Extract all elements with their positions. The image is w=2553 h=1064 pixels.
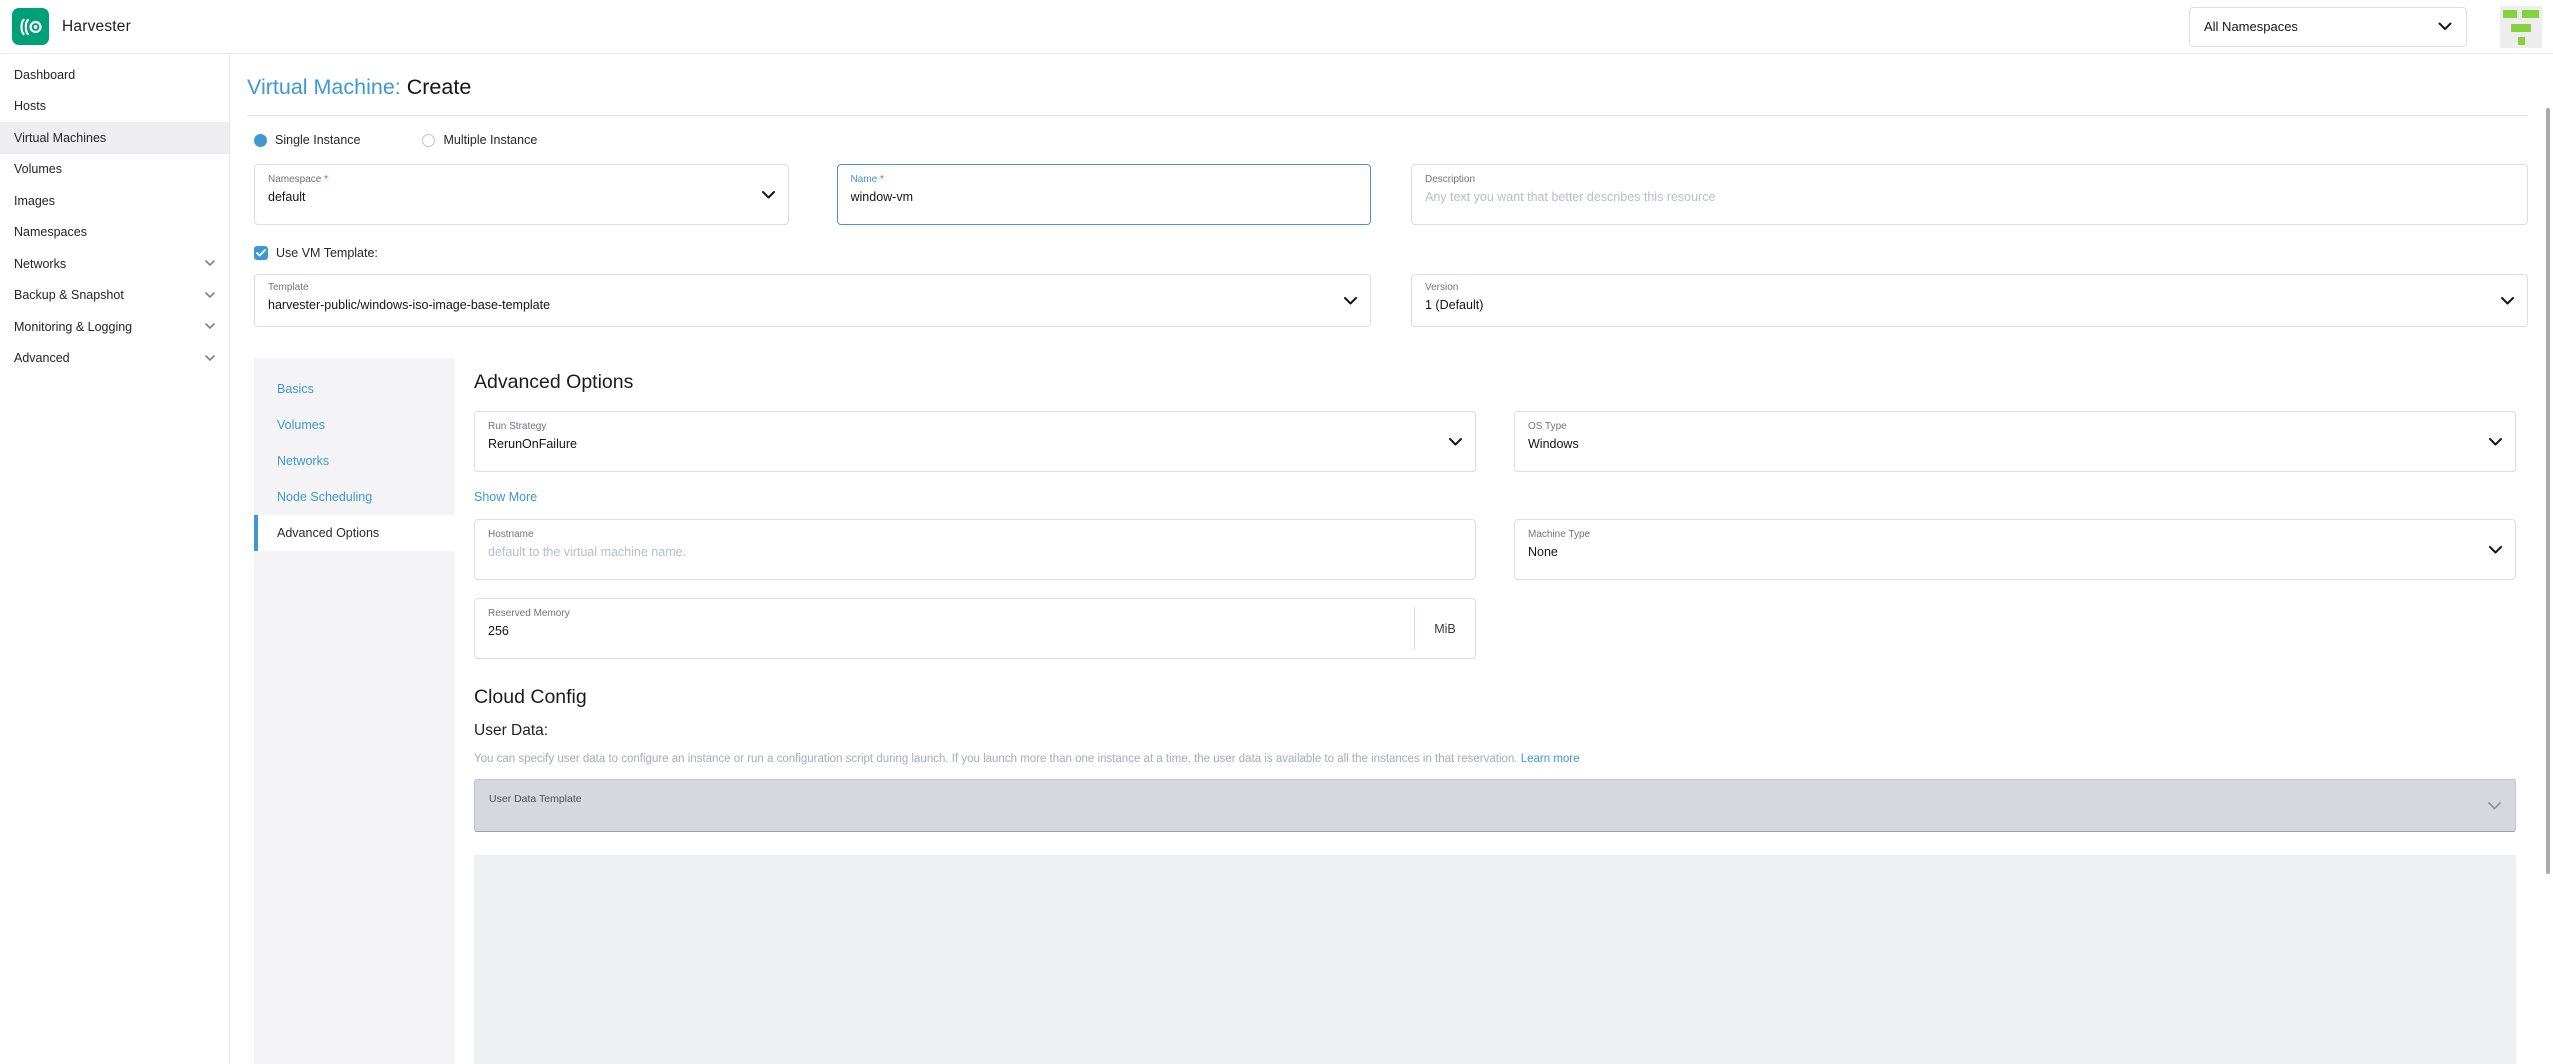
radio-multiple-instance[interactable]: Multiple Instance	[422, 133, 537, 147]
radio-single-instance[interactable]: Single Instance	[254, 133, 360, 147]
tab-basics[interactable]: Basics	[254, 371, 454, 407]
os-type-value: Windows	[1528, 437, 2481, 451]
description-input[interactable]: Description Any text you want that bette…	[1411, 164, 2528, 225]
tab-node-scheduling[interactable]: Node Scheduling	[254, 479, 454, 515]
version-value: 1 (Default)	[1425, 298, 2493, 312]
use-vm-template-checkbox[interactable]: Use VM Template:	[254, 246, 2528, 260]
chevron-down-icon	[2489, 546, 2502, 554]
tab-volumes[interactable]: Volumes	[254, 407, 454, 443]
required-asterisk: *	[880, 174, 884, 185]
user-data-code-editor[interactable]	[474, 855, 2516, 1064]
sidebar-item-monitoring-logging[interactable]: Monitoring & Logging	[0, 311, 229, 343]
page-title: Virtual Machine: Create	[247, 75, 2528, 100]
user-data-template-select[interactable]: User Data Template	[474, 779, 2516, 832]
vertical-scrollbar-thumb[interactable]	[2546, 108, 2550, 874]
version-select[interactable]: Version 1 (Default)	[1411, 274, 2528, 327]
show-more-link[interactable]: Show More	[474, 490, 2516, 504]
main-content: Virtual Machine: Create Single Instance …	[231, 54, 2553, 1064]
sidebar-item-advanced[interactable]: Advanced	[0, 343, 229, 375]
chevron-down-icon	[2501, 297, 2514, 305]
chevron-down-icon	[205, 292, 215, 299]
name-input[interactable]: Name * window-vm	[837, 164, 1372, 225]
page-title-resource: Virtual Machine:	[247, 75, 401, 99]
app-title: Harvester	[62, 18, 131, 36]
os-type-select[interactable]: OS Type Windows	[1514, 411, 2516, 472]
chevron-down-icon	[1344, 297, 1357, 305]
reserved-memory-unit: MiB	[1414, 607, 1475, 650]
reserved-memory-value: 256	[488, 624, 1400, 638]
name-value: window-vm	[851, 190, 1337, 204]
radio-unselected-icon	[422, 134, 435, 147]
harvester-logo-icon	[12, 8, 49, 45]
tab-networks[interactable]: Networks	[254, 443, 454, 479]
user-data-help-text: You can specify user data to configure a…	[474, 753, 2516, 765]
chevron-down-icon	[205, 355, 215, 362]
namespace-filter-value: All Namespaces	[2204, 19, 2298, 34]
run-strategy-value: RerunOnFailure	[488, 437, 1441, 451]
chevron-down-icon	[205, 260, 215, 267]
hostname-input[interactable]: Hostname default to the virtual machine …	[474, 519, 1476, 580]
app-header: Harvester All Namespaces	[0, 0, 2553, 54]
check-icon	[254, 246, 268, 260]
cloud-config-heading: Cloud Config	[474, 686, 2516, 709]
sidebar-item-namespaces[interactable]: Namespaces	[0, 217, 229, 249]
vm-config-tabs-section: Basics Volumes Networks Node Scheduling …	[254, 358, 2528, 1064]
chevron-down-icon	[205, 323, 215, 330]
namespace-select[interactable]: Namespace * default	[254, 164, 789, 225]
required-asterisk: *	[324, 174, 328, 185]
sidebar-item-virtual-machines[interactable]: Virtual Machines	[0, 122, 229, 154]
use-vm-template-label: Use VM Template:	[276, 246, 378, 260]
sidebar-item-volumes[interactable]: Volumes	[0, 154, 229, 186]
instance-mode-group: Single Instance Multiple Instance	[254, 133, 2528, 147]
page-title-action: Create	[407, 75, 472, 99]
namespace-value: default	[268, 190, 754, 204]
tab-panel-advanced-options: Advanced Options Run Strategy RerunOnFai…	[454, 358, 2528, 1064]
sidebar-item-backup-snapshot[interactable]: Backup & Snapshot	[0, 280, 229, 312]
hostname-placeholder: default to the virtual machine name.	[488, 545, 1441, 559]
reserved-memory-input[interactable]: Reserved Memory 256 MiB	[474, 598, 1476, 659]
template-value: harvester-public/windows-iso-image-base-…	[268, 298, 1336, 312]
user-avatar-identicon[interactable]	[2500, 6, 2542, 48]
sidebar-nav: Dashboard Hosts Virtual Machines Volumes…	[0, 54, 230, 1064]
namespace-filter-select[interactable]: All Namespaces	[2189, 7, 2467, 47]
user-data-heading: User Data:	[474, 722, 2516, 740]
chevron-down-icon	[1449, 438, 1462, 446]
tab-advanced-options[interactable]: Advanced Options	[254, 515, 454, 551]
description-placeholder: Any text you want that better describes …	[1425, 190, 2493, 204]
advanced-options-heading: Advanced Options	[474, 371, 2516, 394]
sidebar-item-hosts[interactable]: Hosts	[0, 91, 229, 123]
machine-type-select[interactable]: Machine Type None	[1514, 519, 2516, 580]
sidebar-item-dashboard[interactable]: Dashboard	[0, 59, 229, 91]
chevron-down-icon	[2438, 22, 2452, 31]
tab-list: Basics Volumes Networks Node Scheduling …	[254, 358, 454, 1064]
chevron-down-icon	[762, 191, 775, 199]
learn-more-link[interactable]: Learn more	[1521, 753, 1580, 765]
sidebar-item-networks[interactable]: Networks	[0, 248, 229, 280]
radio-selected-icon	[254, 134, 267, 147]
machine-type-value: None	[1528, 545, 2481, 559]
sidebar-item-images[interactable]: Images	[0, 185, 229, 217]
chevron-down-icon	[2488, 802, 2501, 810]
run-strategy-select[interactable]: Run Strategy RerunOnFailure	[474, 411, 1476, 472]
chevron-down-icon	[2489, 438, 2502, 446]
template-select[interactable]: Template harvester-public/windows-iso-im…	[254, 274, 1371, 327]
user-data-template-label: User Data Template	[489, 793, 2501, 805]
